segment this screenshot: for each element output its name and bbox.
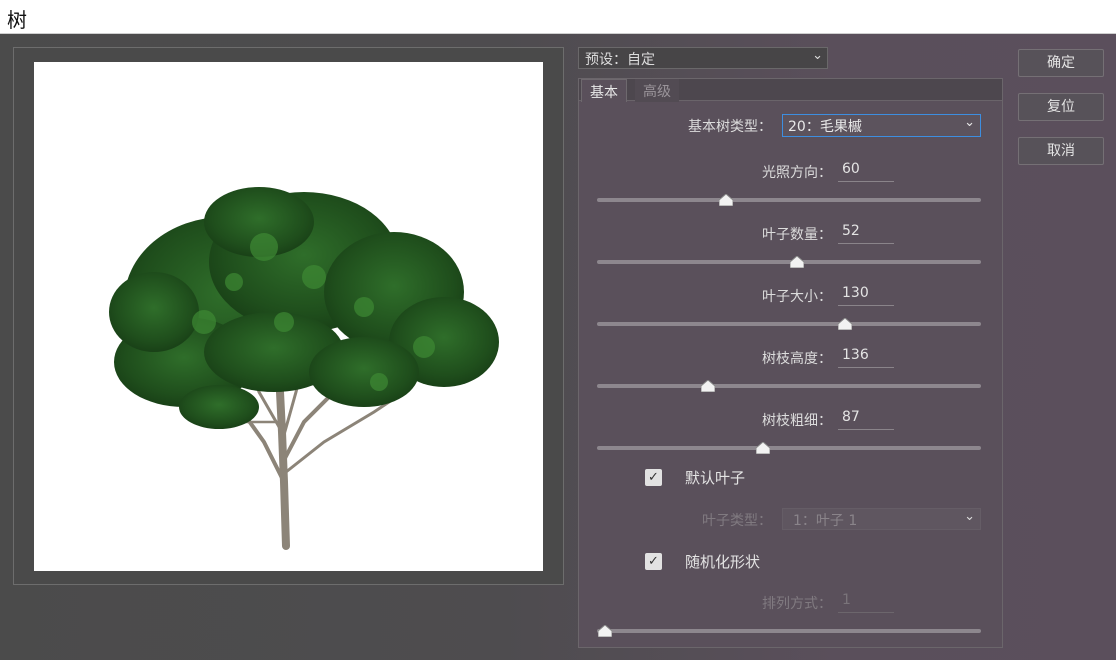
title-bar: 树 xyxy=(0,0,1116,34)
tree-dialog: 预设：自定 ⌄ 确定 复位 取消 基本 高级 基本树类型： 20：毛果槭 ⌄ 光… xyxy=(0,34,1116,660)
branch-height-label: 树枝高度： xyxy=(762,351,832,367)
leaf-type-label: 叶子类型： xyxy=(702,513,772,529)
leaf-size-slider[interactable] xyxy=(597,322,981,326)
cancel-button[interactable]: 取消 xyxy=(1018,137,1104,165)
tab-basic[interactable]: 基本 xyxy=(581,79,627,102)
randomize-shape-label: 随机化形状 xyxy=(685,553,761,571)
slider-thumb-icon[interactable] xyxy=(701,380,716,392)
default-leaf-label: 默认叶子 xyxy=(685,469,746,487)
slider-thumb-icon[interactable] xyxy=(756,442,771,454)
preview-frame xyxy=(13,47,564,585)
light-direction-slider[interactable] xyxy=(597,198,981,202)
tree-image xyxy=(109,187,499,550)
chevron-down-icon: ⌄ xyxy=(964,115,975,130)
slider-thumb-icon[interactable] xyxy=(837,318,852,330)
check-icon: ✓ xyxy=(648,554,659,569)
tree-type-label: 基本树类型： xyxy=(688,119,772,135)
ok-button[interactable]: 确定 xyxy=(1018,49,1104,77)
preset-label: 预设：自定 xyxy=(585,52,655,68)
leaf-size-input[interactable]: 130 xyxy=(838,284,894,306)
default-leaf-checkbox[interactable]: ✓ xyxy=(645,469,662,486)
leaf-type-value: 1：叶子 1 xyxy=(793,513,858,529)
tree-type-value: 20：毛果槭 xyxy=(788,119,862,135)
branch-thickness-input[interactable]: 87 xyxy=(838,408,894,430)
slider-thumb-icon[interactable] xyxy=(789,256,804,268)
tree-type-dropdown[interactable]: 20：毛果槭 ⌄ xyxy=(782,114,981,137)
branch-thickness-label: 树枝粗细： xyxy=(762,413,832,429)
branch-height-input[interactable]: 136 xyxy=(838,346,894,368)
reset-button[interactable]: 复位 xyxy=(1018,93,1104,121)
arrangement-slider[interactable] xyxy=(597,629,981,633)
leaf-type-dropdown[interactable]: 1：叶子 1 ⌄ xyxy=(782,508,981,530)
tab-advanced[interactable]: 高级 xyxy=(635,79,679,102)
leaf-count-label: 叶子数量： xyxy=(762,227,832,243)
leaf-size-label: 叶子大小： xyxy=(762,289,832,305)
light-direction-input[interactable]: 60 xyxy=(838,160,894,182)
chevron-down-icon: ⌄ xyxy=(812,48,823,63)
branch-height-slider[interactable] xyxy=(597,384,981,388)
slider-thumb-icon[interactable] xyxy=(718,194,733,206)
tree-preview xyxy=(34,62,543,571)
light-direction-label: 光照方向： xyxy=(762,165,832,181)
window-title: 树 xyxy=(7,8,27,32)
preset-dropdown[interactable]: 预设：自定 ⌄ xyxy=(578,47,828,69)
slider-thumb-icon[interactable] xyxy=(598,625,612,637)
tab-bar: 基本 高级 xyxy=(579,79,1002,102)
branch-thickness-slider[interactable] xyxy=(597,446,981,450)
leaf-count-input[interactable]: 52 xyxy=(838,222,894,244)
chevron-down-icon: ⌄ xyxy=(964,509,975,524)
arrangement-label: 排列方式： xyxy=(762,596,832,612)
check-icon: ✓ xyxy=(648,470,659,485)
randomize-shape-checkbox[interactable]: ✓ xyxy=(645,553,662,570)
arrangement-input[interactable]: 1 xyxy=(838,591,894,613)
